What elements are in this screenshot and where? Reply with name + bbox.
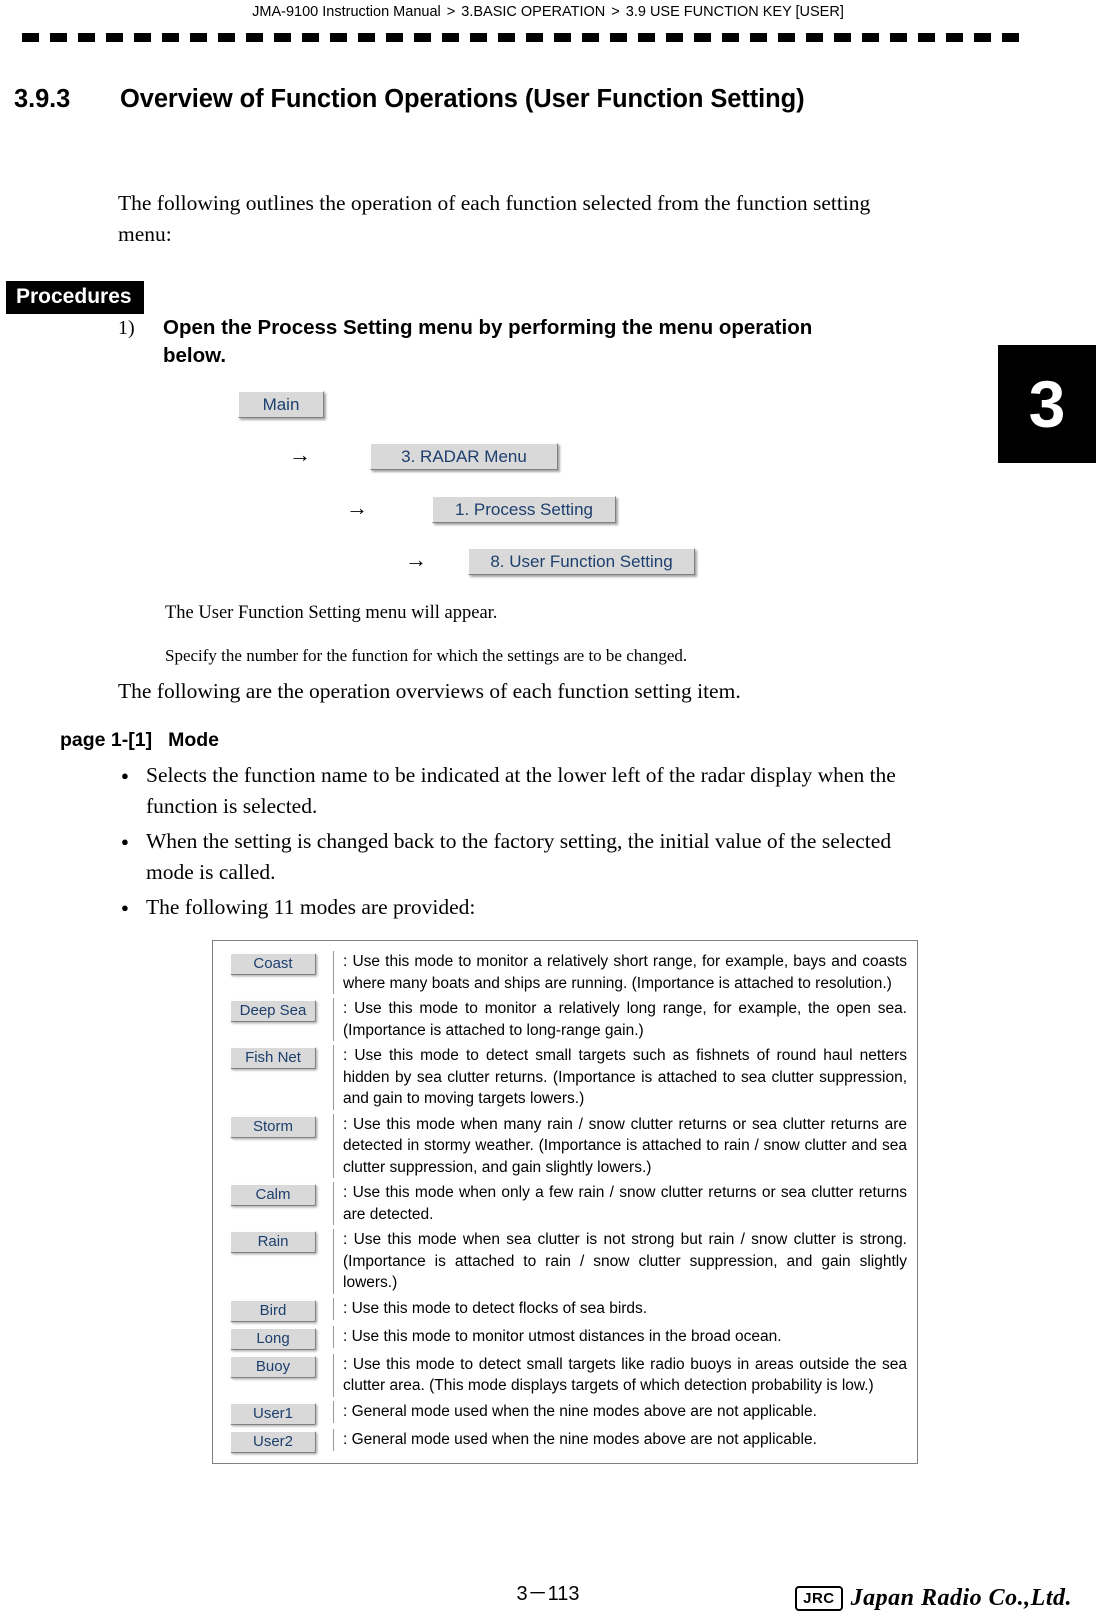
table-row: Calm : Use this mode when only a few rai… <box>213 1180 917 1227</box>
mode-description: : Use this mode when only a few rain / s… <box>333 1182 917 1225</box>
jrc-logo-badge: JRC <box>795 1586 843 1611</box>
chain-arrow-2: → <box>346 495 368 520</box>
mode-description: : Use this mode when sea clutter is not … <box>333 1229 917 1294</box>
table-row: Buoy : Use this mode to detect small tar… <box>213 1352 917 1399</box>
company-name: Japan Radio Co.,Ltd. <box>850 1585 1072 1611</box>
table-row: Bird : Use this mode to detect flocks of… <box>213 1296 917 1324</box>
mode-button-cell: Buoy <box>213 1354 333 1378</box>
mode-button-fish-net[interactable]: Fish Net <box>230 1047 316 1069</box>
mode-description: : General mode used when the nine modes … <box>333 1428 917 1451</box>
intro-paragraph: The following outlines the operation of … <box>118 191 871 246</box>
header-manual-title: JMA-9100 Instruction Manual <box>252 4 441 20</box>
table-row: Fish Net : Use this mode to detect small… <box>213 1043 917 1112</box>
mode-button-storm[interactable]: Storm <box>230 1115 316 1138</box>
bullet-item: The following 11 modes are provided: <box>118 892 938 923</box>
table-row: Long : Use this mode to monitor utmost d… <box>213 1324 917 1352</box>
header-chapter: 3.BASIC OPERATION <box>461 4 606 20</box>
subheading-mode: page 1-[1] Mode <box>60 729 219 752</box>
mode-button-bird[interactable]: Bird <box>230 1299 316 1322</box>
mode-description: : Use this mode to detect flocks of sea … <box>333 1297 917 1320</box>
menu-appear-note: The User Function Setting menu will appe… <box>165 603 498 623</box>
chain-arrow-3: → <box>405 547 427 572</box>
mode-button-rain[interactable]: Rain <box>230 1231 316 1253</box>
mode-button-cell: Coast <box>213 951 333 975</box>
section-number: 3.9.3 <box>14 85 71 113</box>
table-row: User1 : General mode used when the nine … <box>213 1399 917 1427</box>
table-row: Storm : Use this mode when many rain / s… <box>213 1112 917 1181</box>
mode-description: : Use this mode when many rain / snow cl… <box>333 1113 917 1178</box>
mode-description: : General mode used when the nine modes … <box>333 1400 917 1423</box>
subheading-page-ref: page 1-[1] <box>60 729 153 751</box>
mode-description: : Use this mode to detect small targets … <box>333 1045 917 1110</box>
mode-button-buoy[interactable]: Buoy <box>230 1355 316 1378</box>
mode-button-long[interactable]: Long <box>230 1327 316 1350</box>
bullet-item: Selects the function name to be indicate… <box>118 760 938 822</box>
mode-button-calm[interactable]: Calm <box>230 1184 316 1206</box>
mode-button-cell: Calm <box>213 1182 333 1206</box>
mode-button-user2[interactable]: User2 <box>230 1430 316 1453</box>
table-row: Rain : Use this mode when sea clutter is… <box>213 1227 917 1296</box>
mode-button-cell: Fish Net <box>213 1045 333 1069</box>
mode-button-cell: Deep Sea <box>213 998 333 1022</box>
mode-button-cell: Rain <box>213 1229 333 1253</box>
overview-paragraph: The following are the operation overview… <box>118 679 741 703</box>
mode-button-cell: Long <box>213 1326 333 1350</box>
footer-logo: JRC Japan Radio Co.,Ltd. <box>795 1585 1072 1612</box>
table-row: User2 : General mode used when the nine … <box>213 1427 917 1455</box>
table-row: Coast : Use this mode to monitor a relat… <box>213 949 917 996</box>
mode-button-cell: User1 <box>213 1401 333 1425</box>
menu-button-main[interactable]: Main <box>238 391 324 418</box>
mode-button-user1[interactable]: User1 <box>230 1402 316 1425</box>
table-row: Deep Sea : Use this mode to monitor a re… <box>213 996 917 1043</box>
mode-button-deep-sea[interactable]: Deep Sea <box>230 1000 316 1022</box>
mode-description: : Use this mode to monitor a relatively … <box>333 951 917 994</box>
procedures-label: Procedures <box>6 281 144 314</box>
step-instruction: Open the Process Setting menu by perform… <box>163 316 813 367</box>
subheading-title: Mode <box>168 729 220 751</box>
menu-button-user-function-setting[interactable]: 8. User Function Setting <box>468 548 695 575</box>
mode-description: : Use this mode to monitor utmost distan… <box>333 1325 917 1348</box>
menu-button-process-setting[interactable]: 1. Process Setting <box>432 496 616 523</box>
mode-button-cell: User2 <box>213 1429 333 1453</box>
chapter-tab: 3 <box>998 345 1096 463</box>
mode-button-cell: Storm <box>213 1114 333 1138</box>
mode-table: Coast : Use this mode to monitor a relat… <box>212 940 918 1464</box>
header-separator-2: > <box>611 4 620 20</box>
document-header: JMA-9100 Instruction Manual > 3.BASIC OP… <box>0 0 1096 20</box>
bullet-list: Selects the function name to be indicate… <box>118 760 938 927</box>
mode-button-coast[interactable]: Coast <box>230 953 316 975</box>
specify-number-note: Specify the number for the function for … <box>165 646 688 665</box>
section-title: Overview of Function Operations (User Fu… <box>120 85 805 113</box>
menu-button-radar-menu[interactable]: 3. RADAR Menu <box>370 443 558 470</box>
header-separator-1: > <box>446 4 456 20</box>
mode-button-cell: Bird <box>213 1298 333 1322</box>
header-section: 3.9 USE FUNCTION KEY [USER] <box>625 4 844 20</box>
page-title: 3.9.3 Overview of Function Operations (Us… <box>14 85 954 114</box>
step-number: 1) <box>118 317 135 339</box>
bullet-item: When the setting is changed back to the … <box>118 826 938 888</box>
mode-description: : Use this mode to detect small targets … <box>333 1353 917 1397</box>
header-dashed-rule <box>22 33 1027 42</box>
chain-arrow-1: → <box>289 442 311 467</box>
mode-description: : Use this mode to monitor a relatively … <box>333 998 917 1041</box>
